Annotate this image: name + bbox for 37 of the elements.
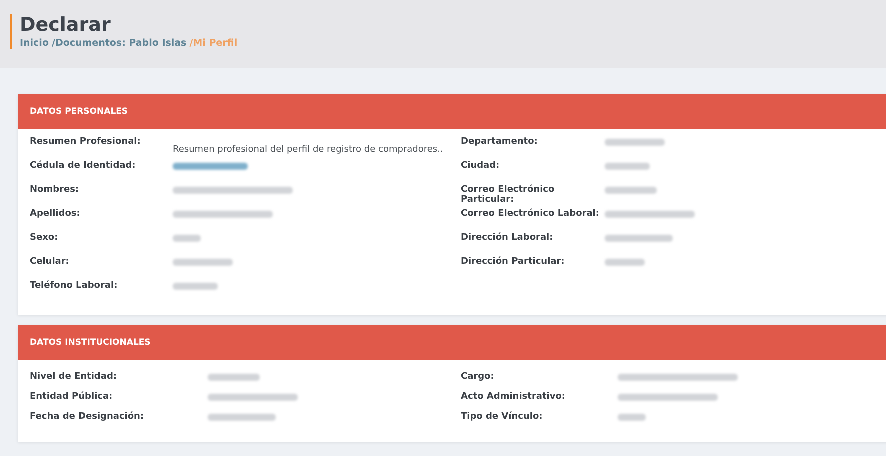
blurred-value-drawing <box>208 414 276 421</box>
page-title: Declarar <box>20 14 112 36</box>
breadcrumb-link[interactable]: Inicio <box>20 38 49 49</box>
field-label: Fecha de Designación: <box>30 412 146 424</box>
field-label: Entidad Pública: <box>30 392 114 404</box>
blurred-value-drawing <box>605 139 665 146</box>
field-label: Apellidos: <box>30 209 82 221</box>
blurred-value-drawing <box>605 259 645 266</box>
field-label: Nombres: <box>30 185 80 197</box>
field-label: Correo Electrónico Laboral: <box>461 209 600 221</box>
blurred-value-drawing <box>605 187 657 194</box>
field-label: Teléfono Laboral: <box>30 281 119 293</box>
field-label: Cargo: <box>461 372 496 384</box>
blurred-value-drawing <box>605 235 673 242</box>
field-label: Cédula de Identidad: <box>30 161 137 173</box>
breadcrumb-link[interactable]: /Documentos: Pablo Islas <box>52 38 187 49</box>
breadcrumb-link[interactable]: /Mi Perfil <box>190 38 238 49</box>
blurred-value-drawing <box>173 283 218 290</box>
field-label: Celular: <box>30 257 70 269</box>
field-label: Tipo de Vínculo: <box>461 412 544 424</box>
blurred-value-drawing <box>208 374 260 381</box>
section-header: DATOS PERSONALES <box>18 94 886 129</box>
blurred-value-drawing <box>173 259 233 266</box>
field-label: Acto Administrativo: <box>461 392 566 404</box>
blurred-value-drawing <box>173 235 201 242</box>
field-label: Dirección Laboral: <box>461 233 554 245</box>
field-label: Correo Electrónico Particular: <box>461 185 556 207</box>
field-label: Departamento: <box>461 137 539 149</box>
field-label: Ciudad: <box>461 161 501 173</box>
section-header: DATOS INSTITUCIONALES <box>18 325 886 360</box>
blurred-value-drawing <box>605 163 650 170</box>
field-label: Resumen Profesional: <box>30 137 142 149</box>
field-label: Dirección Particular: <box>461 257 566 269</box>
field-label: Sexo: <box>30 233 60 245</box>
blurred-value-drawing <box>618 414 646 421</box>
field-value: Resumen profesional del perfil de registro de compradores.. <box>173 145 444 155</box>
field-label: Nivel de Entidad: <box>30 372 118 384</box>
